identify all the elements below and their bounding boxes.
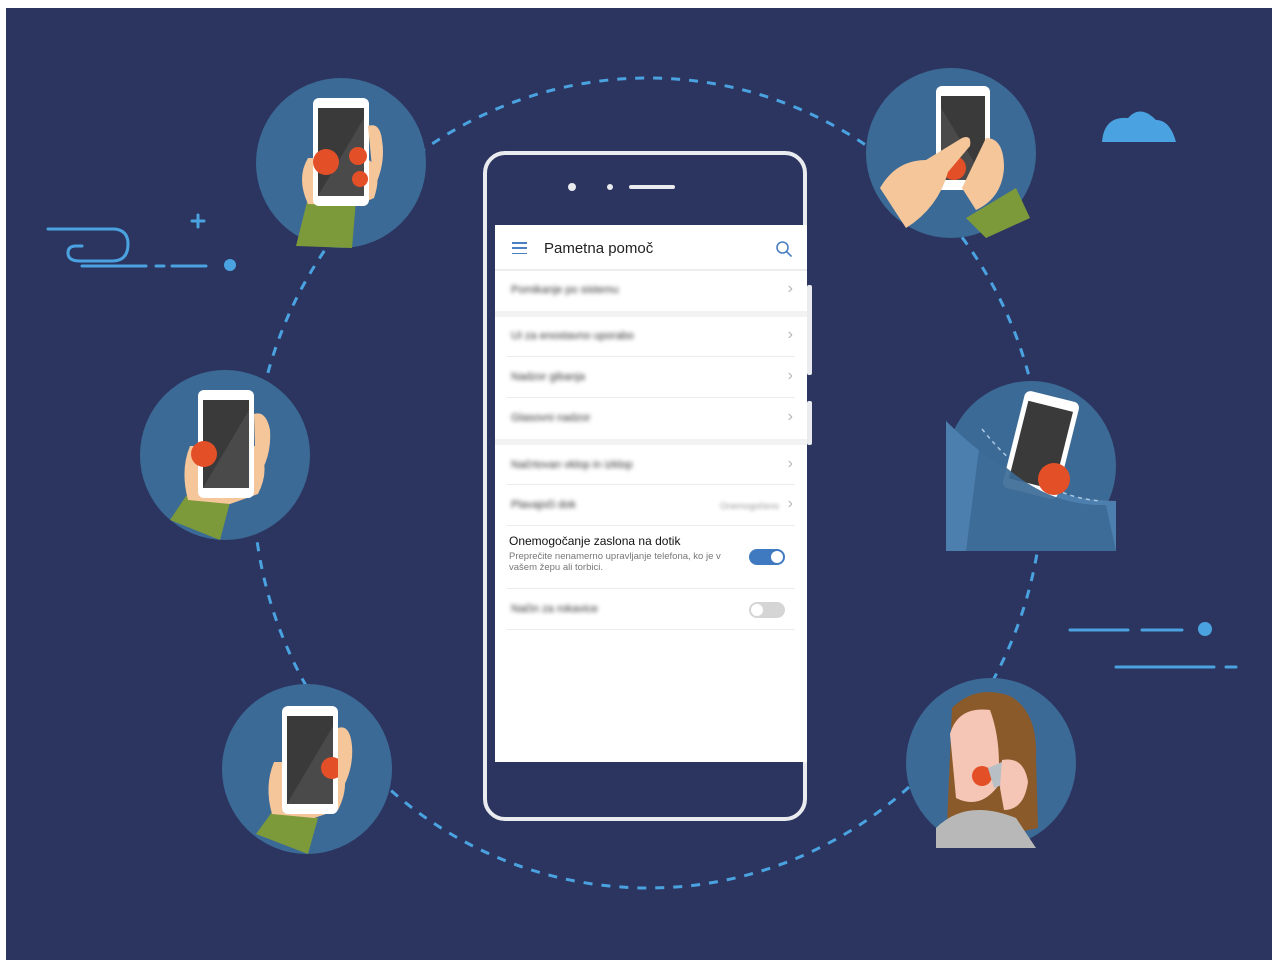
- row-label: Način za rokavice: [511, 603, 598, 615]
- touch-disable-toggle[interactable]: [749, 549, 785, 565]
- search-icon[interactable]: [775, 240, 793, 258]
- chevron-right-icon: ›: [787, 455, 793, 472]
- settings-row-floating-dock[interactable]: Plavajoči dok Onemogočeno ›: [507, 486, 795, 526]
- finger-tapping-phone-icon: [866, 68, 1036, 238]
- glove-mode-toggle[interactable]: [749, 602, 785, 618]
- row-label: Plavajoči dok: [511, 499, 576, 511]
- illustration-canvas: Pametna pomoč Pomikanje po sistemu › UI …: [6, 8, 1272, 960]
- settings-row-navigation[interactable]: Pomikanje po sistemu ›: [507, 271, 795, 311]
- settings-row-touch-disable[interactable]: Onemogočanje zaslona na dotik Preprečite…: [507, 527, 795, 589]
- row-label: UI za enostavno uporabo: [511, 330, 634, 342]
- chevron-right-icon: ›: [787, 367, 793, 384]
- settings-row-motion-control[interactable]: Nadzor gibanja ›: [507, 358, 795, 398]
- page-title: Pametna pomoč: [544, 240, 654, 257]
- front-camera: [568, 183, 576, 191]
- chevron-right-icon: ›: [787, 495, 793, 512]
- settings-row-simple-ui[interactable]: UI za enostavno uporabo ›: [507, 317, 795, 357]
- dot-left: [224, 259, 236, 271]
- settings-row-glove-mode[interactable]: Način za rokavice: [507, 590, 795, 630]
- cloud-icon: [1102, 111, 1176, 142]
- row-label: Nadzor gibanja: [511, 371, 585, 383]
- row-value: Onemogočeno: [719, 501, 779, 511]
- dot-right: [1198, 622, 1212, 636]
- streamline-right: [1068, 628, 1238, 669]
- phone-screen: Pametna pomoč Pomikanje po sistemu › UI …: [495, 225, 807, 762]
- hand-holding-phone-icon: [256, 78, 426, 248]
- settings-row-scheduled-power[interactable]: Načrtovan vklop in izklop ›: [507, 445, 795, 485]
- hand-holding-phone-icon: [140, 370, 310, 540]
- settings-row-voice-control[interactable]: Glasovni nadzor ›: [507, 399, 795, 439]
- sensor-dot: [607, 184, 613, 190]
- woman-on-phone-icon: [906, 678, 1076, 848]
- phone-frame: Pametna pomoč Pomikanje po sistemu › UI …: [483, 151, 812, 821]
- power-button: [807, 401, 812, 445]
- chevron-right-icon: ›: [787, 280, 793, 297]
- hamburger-menu-icon[interactable]: [512, 242, 527, 255]
- phone-in-pocket-icon: [946, 381, 1116, 551]
- touch-disable-subtitle: Preprečite nenamerno upravljanje telefon…: [509, 551, 721, 573]
- streamline-left: [46, 213, 208, 268]
- touch-disable-title: Onemogočanje zaslona na dotik: [509, 534, 681, 548]
- volume-button: [807, 285, 812, 375]
- earpiece-speaker: [629, 185, 675, 189]
- row-label: Načrtovan vklop in izklop: [511, 459, 633, 471]
- chevron-right-icon: ›: [787, 408, 793, 425]
- row-label: Glasovni nadzor: [511, 412, 591, 424]
- hand-holding-phone-icon: [222, 684, 392, 854]
- row-label: Pomikanje po sistemu: [511, 284, 619, 296]
- app-bar: Pametna pomoč: [495, 225, 807, 269]
- chevron-right-icon: ›: [787, 326, 793, 343]
